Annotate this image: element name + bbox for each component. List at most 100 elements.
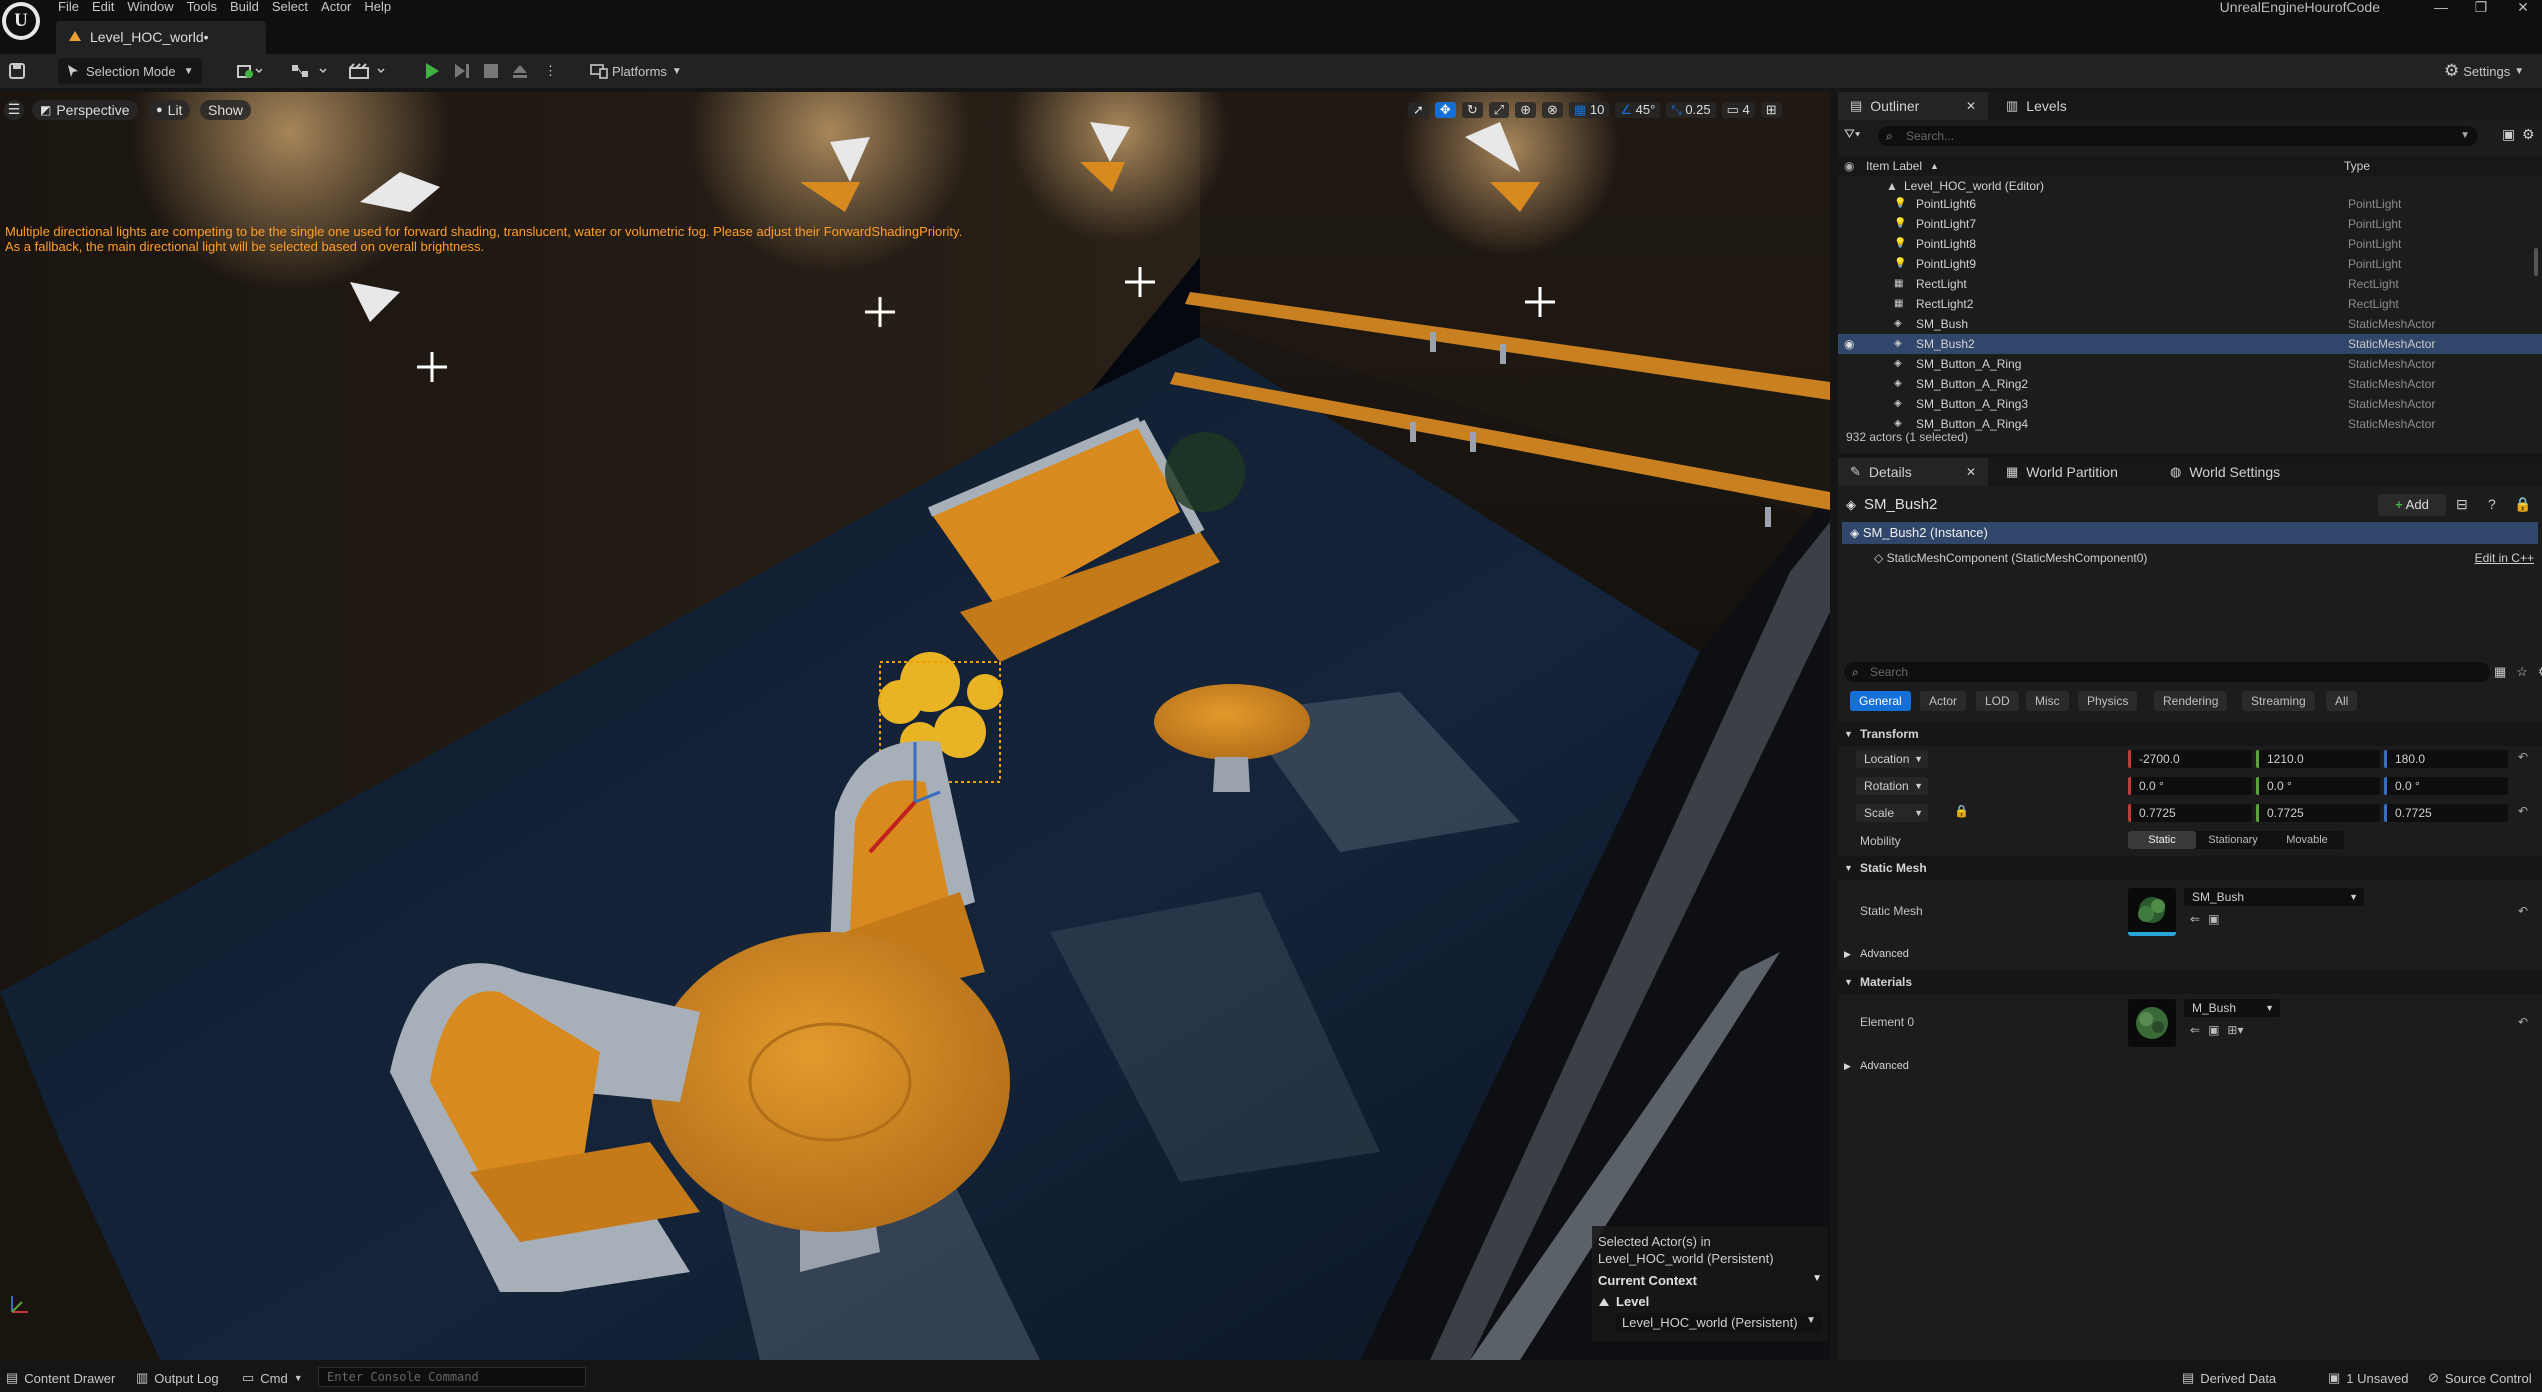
menu-edit[interactable]: Edit [92, 0, 127, 14]
camera-speed-button[interactable]: ▭ 4 [1721, 102, 1755, 118]
scale-x-field[interactable]: 0.7725 [2128, 804, 2252, 822]
rotation-y-field[interactable]: 0.0 ° [2256, 777, 2380, 795]
eject-icon[interactable] [510, 58, 530, 84]
save-icon[interactable] [8, 58, 30, 84]
console-command-input[interactable]: Enter Console Command [318, 1367, 586, 1387]
scale-y-field[interactable]: 0.7725 [2256, 804, 2380, 822]
derived-data-button[interactable]: ▤ Derived Data [2182, 1370, 2276, 1386]
table-view-icon[interactable]: ▦ [2494, 664, 2506, 680]
add-folder-icon[interactable]: ▣ [2502, 126, 2515, 143]
details-search-input[interactable]: ⌕ Search [1844, 662, 2490, 682]
outliner-row[interactable]: ◈ SM_Bush StaticMeshActor [1838, 314, 2542, 334]
browse-asset-icon[interactable]: ⇐ [2190, 1023, 2200, 1037]
instance-row[interactable]: ◈ SM_Bush2 (Instance) [1842, 522, 2538, 544]
filter-actor[interactable]: Actor [1920, 691, 1967, 711]
level-context-dropdown[interactable]: Level_HOC_world (Persistent) ▼ [1616, 1313, 1822, 1332]
outliner-row[interactable]: 💡 PointLight9 PointLight [1838, 254, 2542, 274]
select-tool-icon[interactable]: ➚ [1408, 102, 1429, 118]
level-tab[interactable]: Level_HOC_world• [56, 21, 266, 54]
perspective-button[interactable]: ◩ Perspective [32, 100, 138, 120]
rotation-z-field[interactable]: 0.0 ° [2384, 777, 2508, 795]
rotate-tool-icon[interactable]: ↻ [1461, 102, 1483, 118]
reset-material-icon[interactable]: ↶ [2518, 1015, 2528, 1029]
tab-world-settings[interactable]: ◍ World Settings [2158, 458, 2292, 486]
maximize-icon[interactable]: ❐ [2466, 0, 2496, 18]
outliner-scrollbar[interactable] [2534, 248, 2538, 276]
static-mesh-thumbnail[interactable] [2128, 888, 2176, 936]
close-tab-icon[interactable]: ✕ [1966, 99, 1976, 113]
world-space-icon[interactable]: ⊕ [1515, 102, 1537, 118]
scale-z-field[interactable]: 0.7725 [2384, 804, 2508, 822]
show-button[interactable]: Show [200, 100, 252, 120]
outliner-settings-icon[interactable]: ⚙ [2522, 126, 2535, 143]
grid-snap-button[interactable]: ▦ 10 [1568, 102, 1610, 118]
material-dropdown[interactable]: M_Bush ▼ [2184, 999, 2280, 1017]
section-materials[interactable]: ▼ Materials [1838, 970, 2542, 994]
tab-details[interactable]: ✎ Details ✕ [1838, 458, 1988, 486]
details-settings-icon[interactable]: ⚙ [2538, 664, 2542, 680]
static-mesh-dropdown[interactable]: SM_Bush ▼ [2184, 888, 2364, 906]
reset-static-mesh-icon[interactable]: ↶ [2518, 904, 2528, 918]
source-control-button[interactable]: ⊘ Source Control [2428, 1370, 2532, 1386]
unsaved-button[interactable]: ▣ 1 Unsaved [2328, 1370, 2408, 1386]
column-type[interactable]: Type [2344, 156, 2370, 176]
outliner-root-row[interactable]: ▲ Level_HOC_world (Editor) [1838, 176, 2542, 196]
rotation-x-field[interactable]: 0.0 ° [2128, 777, 2252, 795]
menu-tools[interactable]: Tools [187, 0, 230, 14]
selection-mode-dropdown[interactable]: Selection Mode ▼ [58, 58, 202, 84]
visibility-column-icon[interactable]: ◉ [1844, 156, 1854, 176]
cinematics-button[interactable] [348, 58, 388, 84]
use-selected-icon[interactable]: ▣ [2208, 1023, 2219, 1037]
reset-scale-icon[interactable]: ↶ [2518, 804, 2528, 818]
use-selected-icon[interactable]: ▣ [2208, 912, 2219, 926]
viewport-menu-icon[interactable]: ☰ [4, 100, 24, 120]
mobility-static[interactable]: Static [2128, 831, 2196, 849]
location-x-field[interactable]: -2700.0 [2128, 750, 2252, 768]
content-drawer-button[interactable]: ▤ Content Drawer [6, 1370, 115, 1386]
outliner-row[interactable]: ◈ SM_Button_A_Ring3 StaticMeshActor [1838, 394, 2542, 414]
close-tab-icon[interactable]: ✕ [1966, 465, 1976, 479]
outliner-search-input[interactable]: ⌕ Search... ▼ [1878, 126, 2478, 146]
filter-physics[interactable]: Physics [2078, 691, 2138, 711]
help-icon[interactable]: ? [2488, 496, 2496, 512]
mobility-stationary[interactable]: Stationary [2196, 831, 2270, 849]
column-item-label[interactable]: Item Label [1866, 156, 1922, 176]
lock-icon[interactable]: 🔒 [2514, 496, 2531, 513]
outliner-row[interactable]: 💡 PointLight7 PointLight [1838, 214, 2542, 234]
star-icon[interactable]: ☆ [2516, 664, 2528, 680]
edit-in-cpp-link[interactable]: Edit in C++ [2475, 548, 2534, 568]
location-y-field[interactable]: 1210.0 [2256, 750, 2380, 768]
translate-tool-icon[interactable]: ✥ [1434, 102, 1456, 118]
level-viewport[interactable]: ☰ ◩ Perspective ● Lit Show ➚ ✥ ↻ ⤢ ⊕ ⊗ ▦… [0, 92, 1830, 1360]
cmd-dropdown[interactable]: ▭ Cmd ▼ [242, 1370, 303, 1386]
filter-lod[interactable]: LOD [1976, 691, 2019, 711]
actor-name[interactable]: SM_Bush2 [1864, 496, 1937, 513]
current-context-header[interactable]: Current Context ▼ [1598, 1273, 1822, 1288]
outliner-row[interactable]: ▦ RectLight2 RectLight [1838, 294, 2542, 314]
visibility-eye-icon[interactable]: ◉ [1844, 334, 1854, 354]
scale-snap-button[interactable]: ⤡ 0.25 [1666, 102, 1716, 118]
surface-snap-icon[interactable]: ⊗ [1542, 102, 1563, 118]
advance-frame-icon[interactable] [452, 58, 472, 84]
settings-button[interactable]: ⚙ Settings ▼ [2444, 58, 2524, 84]
menu-select[interactable]: Select [272, 0, 321, 14]
maximize-viewport-icon[interactable]: ⊞ [1760, 102, 1782, 118]
filter-general[interactable]: General [1850, 691, 1911, 711]
scale-tool-icon[interactable]: ⤢ [1488, 102, 1510, 118]
material-options-icon[interactable]: ⊞▾ [2227, 1023, 2243, 1037]
filter-rendering[interactable]: Rendering [2154, 691, 2228, 711]
outliner-row[interactable]: ◈ SM_Button_A_Ring2 StaticMeshActor [1838, 374, 2542, 394]
scale-dropdown[interactable]: Scale ▼ [1856, 804, 1928, 822]
outliner-row[interactable]: ▦ RectLight RectLight [1838, 274, 2542, 294]
browse-asset-icon[interactable]: ⇐ [2190, 912, 2200, 926]
mobility-movable[interactable]: Movable [2270, 831, 2344, 849]
outliner-row[interactable]: 💡 PointLight8 PointLight [1838, 234, 2542, 254]
menu-help[interactable]: Help [364, 0, 404, 14]
tab-outliner[interactable]: ▤ Outliner ✕ [1838, 92, 1988, 120]
blueprint-icon[interactable]: ⊟ [2456, 496, 2468, 513]
rotation-dropdown[interactable]: Rotation ▼ [1856, 777, 1928, 795]
section-transform[interactable]: ▼ Transform [1838, 722, 2542, 746]
filter-icon[interactable]: ⛛▾ [1844, 126, 1874, 146]
tab-levels[interactable]: ▥ Levels [1994, 92, 2079, 120]
filter-misc[interactable]: Misc [2026, 691, 2069, 711]
